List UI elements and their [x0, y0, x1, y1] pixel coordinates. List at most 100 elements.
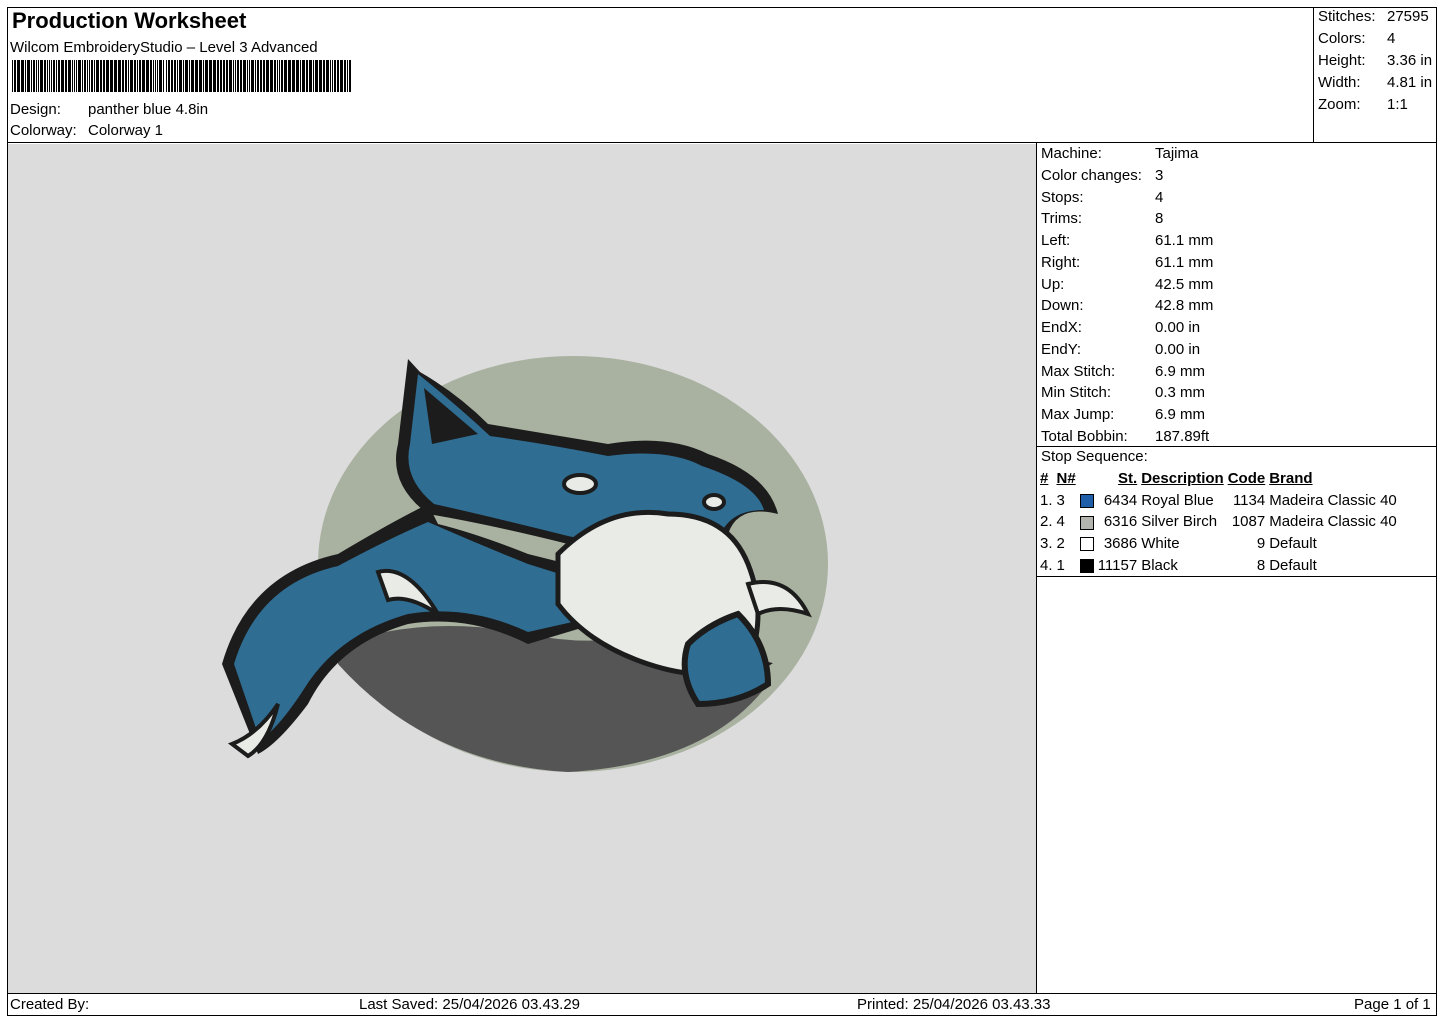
barcode-bar: [347, 60, 348, 92]
footer-divider: [7, 993, 1437, 994]
panther-eye: [562, 473, 598, 495]
thread-code: 8: [1256, 556, 1266, 574]
barcode-bar: [288, 60, 291, 92]
machine-info-value: 6.9 mm: [1155, 362, 1206, 380]
barcode-bar: [14, 60, 16, 92]
barcode-bar: [337, 60, 339, 92]
barcode-bar: [306, 60, 308, 92]
summary-value: 1:1: [1387, 96, 1408, 113]
machine-info-value: 0.00 in: [1155, 340, 1201, 358]
barcode-bar: [309, 60, 312, 92]
machine-info-value: 0.3 mm: [1155, 384, 1206, 402]
barcode-bar: [277, 60, 278, 92]
barcode-bar: [47, 60, 48, 92]
barcode-bar: [209, 60, 212, 92]
barcode-bar: [38, 60, 39, 92]
barcode-bar: [153, 60, 154, 92]
stitch-count: 3686: [1103, 535, 1138, 553]
barcode-bar: [155, 60, 156, 92]
barcode-bar: [125, 60, 127, 92]
barcode-bar: [284, 60, 287, 92]
barcode-bar: [159, 60, 162, 92]
summary-divider: [1313, 7, 1314, 143]
barcode-bar: [240, 60, 242, 92]
barcode-bar: [233, 60, 234, 92]
barcode-bar: [58, 60, 60, 92]
barcode-bar: [56, 60, 57, 92]
barcode-bar: [21, 60, 24, 92]
thread-color-swatch: [1079, 558, 1094, 573]
barcode-bar: [106, 60, 109, 92]
barcode-bar: [89, 60, 90, 92]
barcode-bar: [94, 60, 95, 92]
machine-info-value: 6.9 mm: [1155, 406, 1206, 423]
thread-description: Black: [1141, 556, 1178, 574]
printed-date: Printed: 25/04/2026 03.43.33: [857, 996, 1051, 1013]
col-code-header: Code: [1227, 470, 1266, 488]
barcode-bar: [177, 60, 178, 92]
page-number: Page 1 of 1: [1354, 996, 1431, 1013]
machine-info-label: EndX:: [1041, 319, 1082, 336]
machine-info-label: Down:: [1041, 297, 1084, 315]
barcode-bar: [61, 60, 64, 92]
sidebar-divider: [1036, 142, 1037, 994]
stop-index: 1.: [1040, 491, 1053, 509]
barcode-bar: [251, 60, 254, 92]
summary-label: Stitches:: [1318, 8, 1376, 25]
barcode-bar: [195, 60, 198, 92]
barcode-bar: [65, 60, 67, 92]
barcode-bar: [74, 60, 75, 92]
barcode-bar: [217, 60, 219, 92]
barcode-bar: [279, 60, 280, 92]
barcode-bar: [319, 60, 322, 92]
barcode-bar: [340, 60, 343, 92]
colorway-value: Colorway 1: [88, 122, 164, 139]
barcode-bar: [49, 60, 50, 92]
stop-row: 1. 3 6434 Royal Blue 1134 Madeira Classic 40: [1038, 490, 1399, 512]
barcode-bar: [220, 60, 222, 92]
barcode-bar: [235, 60, 236, 92]
stop-sequence-heading: Stop Sequence:: [1041, 448, 1148, 465]
created-by: Created By:: [10, 996, 90, 1013]
barcode-bar: [189, 60, 190, 92]
barcode-bar: [334, 60, 336, 92]
machine-info-value: 42.5 mm: [1155, 275, 1214, 293]
barcode: [12, 60, 351, 92]
machine-info-label: Up:: [1041, 275, 1065, 293]
barcode-bar: [229, 60, 232, 92]
summary-value: 4.81 in: [1387, 74, 1433, 91]
machine-info-label: Machine:: [1041, 145, 1102, 162]
thread-color-swatch: [1079, 493, 1094, 508]
barcode-bar: [128, 60, 129, 92]
stop-sequence-table: # N# St. Description Code Brand 1. 3 6434 Royal …: [1038, 468, 1399, 576]
colorway-label: Colorway:: [10, 122, 77, 139]
thread-code: 1134: [1232, 491, 1266, 509]
stitch-count: 6434: [1103, 491, 1138, 509]
barcode-bar: [344, 60, 346, 92]
col-swatch-header: [1078, 468, 1096, 490]
thread-code: 1087: [1231, 513, 1266, 531]
machine-info-value: 187.89ft: [1155, 427, 1210, 445]
header-divider: [7, 142, 1437, 143]
barcode-bar: [82, 60, 83, 92]
col-index-header: #: [1040, 470, 1049, 488]
software-name: Wilcom EmbroideryStudio – Level 3 Advanc…: [10, 39, 318, 56]
barcode-bar: [243, 60, 246, 92]
barcode-bar: [183, 60, 184, 92]
machine-info-label: Left:: [1041, 232, 1071, 249]
needle-number: 3: [1056, 491, 1065, 509]
barcode-bar: [33, 60, 35, 92]
barcode-bar: [332, 60, 333, 92]
machine-info-label: Max Jump:: [1041, 406, 1115, 423]
stop-row: 2. 4 6316 Silver Birch 1087 Madeira Classic 4…: [1038, 511, 1399, 533]
barcode-bar: [122, 60, 124, 92]
summary-value: 3.36 in: [1387, 52, 1433, 69]
barcode-bar: [134, 60, 136, 92]
barcode-bar: [226, 60, 228, 92]
barcode-bar: [103, 60, 105, 92]
barcode-bar: [171, 60, 173, 92]
barcode-bar: [96, 60, 99, 92]
machine-info-value: 0.00 in: [1155, 319, 1201, 336]
machine-info-value: 3: [1155, 166, 1164, 184]
barcode-bar: [330, 60, 331, 92]
